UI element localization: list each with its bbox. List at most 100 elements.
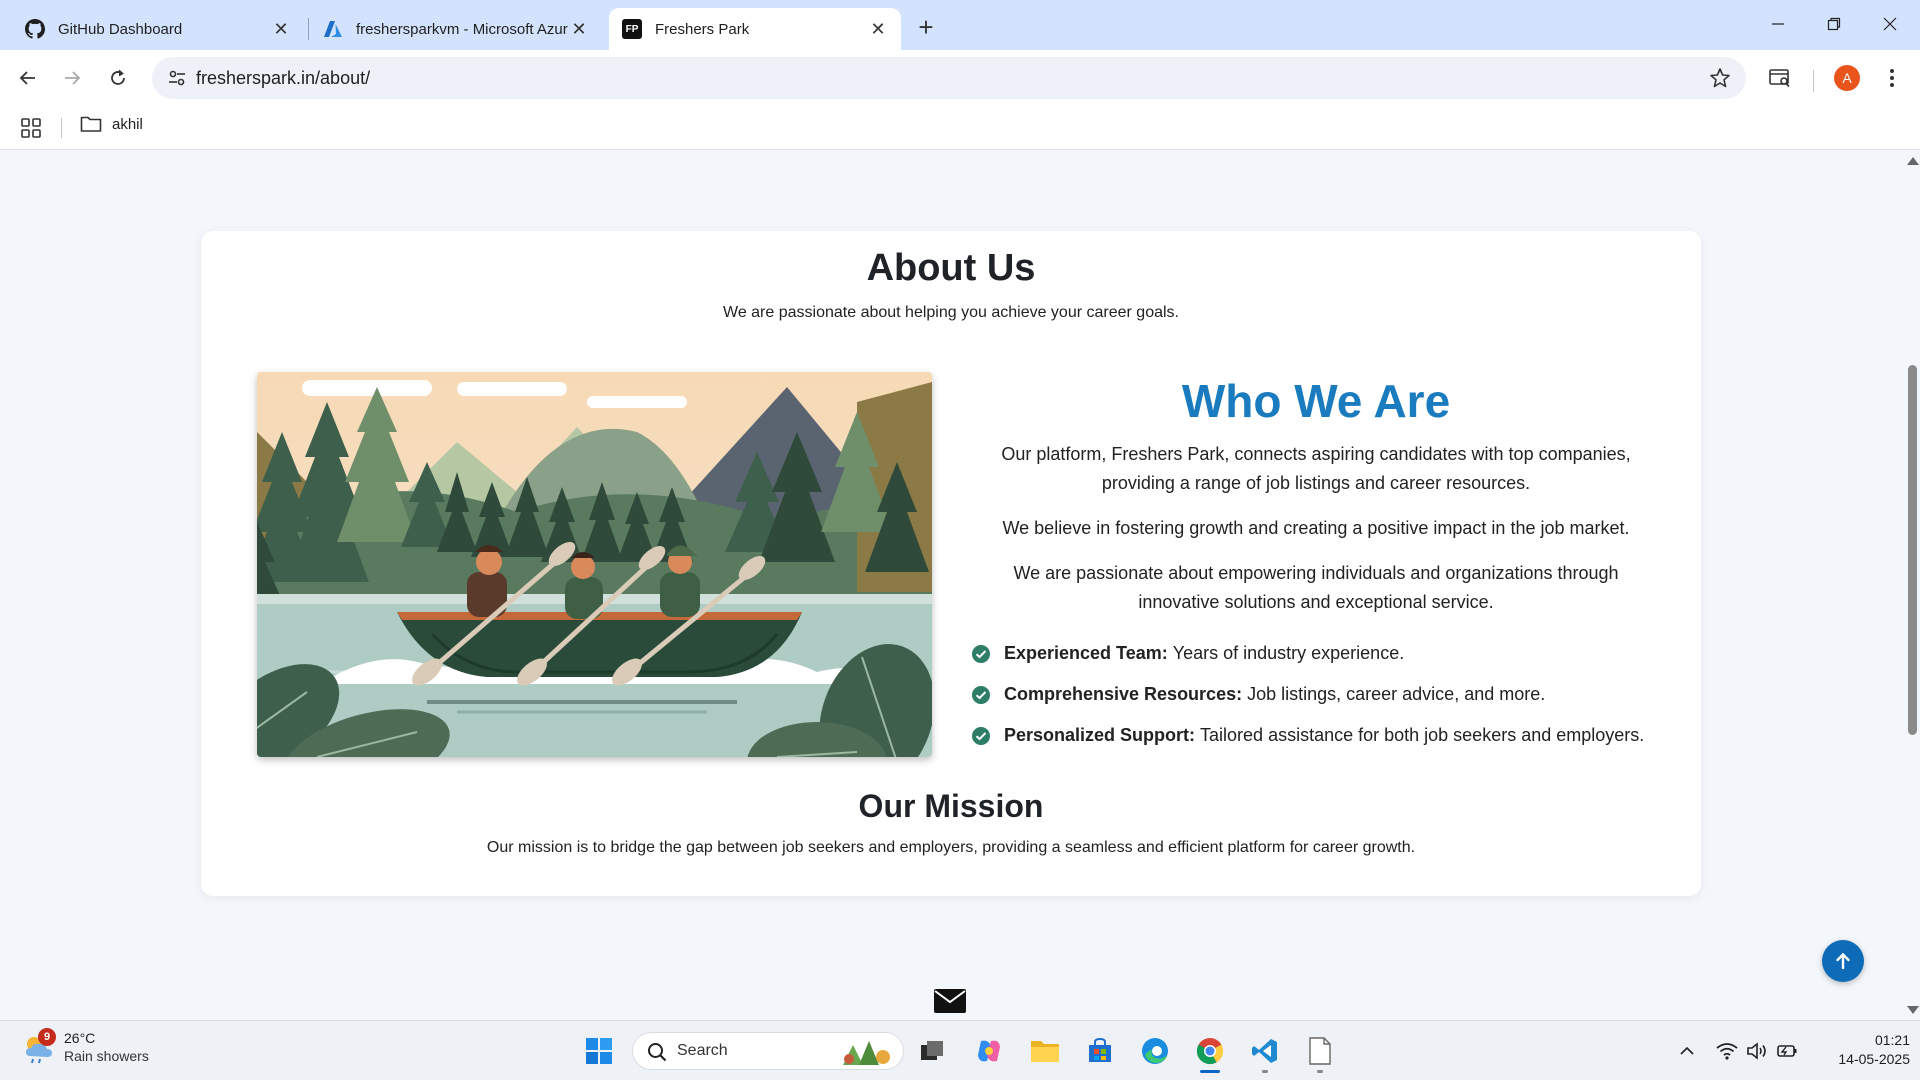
close-tab-icon[interactable]: ✕ bbox=[568, 18, 590, 40]
windows-logo-icon bbox=[586, 1038, 612, 1064]
task-view-button[interactable] bbox=[914, 1033, 950, 1069]
chevron-up-icon bbox=[1680, 1046, 1694, 1055]
bookmark-label: akhil bbox=[112, 115, 143, 133]
mission-heading: Our Mission bbox=[858, 788, 1044, 824]
clock-time: 01:21 bbox=[1874, 1032, 1910, 1048]
search-placeholder: Search bbox=[677, 1042, 728, 1059]
who-paragraph: Our platform, Freshers Park, connects as… bbox=[1001, 444, 1631, 493]
new-tab-button[interactable]: + bbox=[912, 12, 940, 42]
battery-charging-icon bbox=[1777, 1045, 1797, 1057]
folder-icon bbox=[1031, 1041, 1059, 1062]
who-paragraph: We are passionate about empowering indiv… bbox=[1013, 563, 1619, 612]
tab-title: GitHub Dashboard bbox=[58, 20, 183, 38]
feature-item: Personalized Support: Tailored assistanc… bbox=[971, 715, 1661, 756]
search-icon bbox=[648, 1043, 667, 1062]
feature-text: Years of industry experience. bbox=[1172, 643, 1405, 663]
tab-github-dashboard[interactable]: GitHub Dashboard ✕ bbox=[12, 8, 304, 50]
bookmark-folder-akhil[interactable]: akhil bbox=[80, 115, 143, 133]
vscode-icon bbox=[1252, 1039, 1277, 1063]
feature-item: Experienced Team: Years of industry expe… bbox=[971, 633, 1661, 674]
bookmark-star-icon[interactable] bbox=[1708, 66, 1732, 90]
wifi-status[interactable] bbox=[1714, 1039, 1740, 1063]
tab-strip: GitHub Dashboard ✕ freshersparkvm - Micr… bbox=[0, 0, 1920, 50]
mission-text: Our mission is to bridge the gap between… bbox=[486, 839, 1416, 856]
active-app-indicator bbox=[1200, 1070, 1220, 1073]
task-view-icon bbox=[921, 1041, 943, 1060]
edge-icon bbox=[1142, 1038, 1168, 1064]
bookmarks-divider bbox=[61, 118, 62, 138]
microsoft-store-button[interactable] bbox=[1082, 1033, 1118, 1069]
url-text[interactable]: fresherspark.in/about/ bbox=[196, 68, 370, 89]
scroll-up-arrow[interactable] bbox=[1907, 157, 1919, 165]
show-hidden-icons-button[interactable] bbox=[1674, 1039, 1700, 1063]
github-icon bbox=[24, 18, 46, 40]
tab-separator bbox=[308, 18, 309, 40]
check-circle-icon bbox=[972, 685, 990, 704]
scroll-down-arrow[interactable] bbox=[1907, 1006, 1919, 1014]
who-we-are-section: Who We Are Our platform, Freshers Park, … bbox=[971, 372, 1661, 756]
about-card: About Us We are passionate about helping… bbox=[201, 231, 1701, 896]
document-icon bbox=[1309, 1037, 1331, 1065]
volume-status[interactable] bbox=[1744, 1039, 1770, 1063]
tab-azure[interactable]: freshersparkvm - Microsoft Azure ✕ bbox=[310, 8, 602, 50]
minimize-button[interactable] bbox=[1750, 0, 1806, 48]
forward-button[interactable] bbox=[56, 62, 88, 94]
envelope-icon[interactable] bbox=[934, 989, 966, 1013]
feature-item: Comprehensive Resources: Job listings, c… bbox=[971, 674, 1661, 715]
edge-browser-button[interactable] bbox=[1137, 1033, 1173, 1069]
close-window-button[interactable] bbox=[1862, 0, 1918, 48]
profile-avatar[interactable]: A bbox=[1831, 62, 1863, 94]
close-tab-icon[interactable]: ✕ bbox=[270, 18, 292, 40]
fp-icon: FP bbox=[621, 18, 643, 40]
chrome-button[interactable] bbox=[1192, 1033, 1228, 1073]
site-settings-icon[interactable] bbox=[166, 67, 188, 89]
tab-search-icon[interactable] bbox=[1764, 62, 1796, 94]
arrow-up-icon bbox=[1836, 952, 1850, 970]
apps-grid-icon[interactable] bbox=[20, 117, 42, 139]
feature-list: Experienced Team: Years of industry expe… bbox=[971, 633, 1661, 756]
reload-button[interactable] bbox=[102, 62, 134, 94]
vscode-button[interactable] bbox=[1247, 1033, 1283, 1073]
speaker-icon bbox=[1747, 1042, 1766, 1060]
bookmarks-bar: akhil bbox=[0, 106, 1920, 150]
browser-menu-icon[interactable] bbox=[1876, 62, 1908, 94]
check-circle-icon bbox=[972, 644, 990, 663]
toolbar-divider bbox=[1813, 70, 1814, 92]
file-explorer-button[interactable] bbox=[1027, 1033, 1063, 1069]
azure-icon bbox=[322, 18, 344, 40]
feature-text: Job listings, career advice, and more. bbox=[1247, 684, 1546, 704]
who-paragraph: We believe in fostering growth and creat… bbox=[1002, 518, 1630, 538]
restore-button[interactable] bbox=[1806, 0, 1862, 48]
back-button[interactable] bbox=[12, 62, 44, 94]
check-circle-icon bbox=[972, 726, 990, 745]
feature-text: Tailored assistance for both job seekers… bbox=[1200, 725, 1645, 745]
wifi-icon bbox=[1716, 1043, 1738, 1060]
system-clock[interactable]: 01:21 14-05-2025 bbox=[1810, 1031, 1910, 1069]
taskbar-search[interactable]: Search bbox=[632, 1032, 904, 1070]
team-kayaking-illustration bbox=[257, 372, 932, 757]
tab-title: Freshers Park bbox=[655, 20, 750, 38]
start-button[interactable] bbox=[581, 1033, 617, 1069]
navigation-toolbar: fresherspark.in/about/ A bbox=[0, 50, 1920, 106]
feature-label: Comprehensive Resources: bbox=[1004, 684, 1243, 704]
chrome-icon bbox=[1196, 1038, 1224, 1065]
weather-alert-badge: 9 bbox=[38, 1028, 56, 1046]
page-subtitle: We are passionate about helping you achi… bbox=[723, 304, 1179, 321]
scrollbar-thumb[interactable] bbox=[1908, 365, 1917, 735]
notepad-button[interactable] bbox=[1302, 1033, 1338, 1073]
tab-freshers-park[interactable]: FP Freshers Park ✕ bbox=[609, 8, 901, 50]
windows-taskbar: 9 26°C Rain showers Search 01:21 14-05-2… bbox=[0, 1020, 1920, 1080]
weather-widget[interactable]: 9 26°C Rain showers bbox=[22, 1028, 149, 1064]
feature-label: Experienced Team: bbox=[1004, 643, 1168, 663]
close-tab-icon[interactable]: ✕ bbox=[867, 18, 889, 40]
address-bar[interactable]: fresherspark.in/about/ bbox=[152, 57, 1746, 99]
search-highlight-icon bbox=[843, 1041, 890, 1065]
copilot-button[interactable] bbox=[971, 1033, 1007, 1069]
back-to-top-button[interactable] bbox=[1822, 940, 1864, 982]
tab-title: freshersparkvm - Microsoft Azure bbox=[356, 20, 568, 38]
clock-date: 14-05-2025 bbox=[1838, 1051, 1910, 1067]
copilot-icon bbox=[978, 1040, 1000, 1062]
battery-status[interactable] bbox=[1774, 1039, 1800, 1063]
page-scrollbar[interactable] bbox=[1904, 151, 1920, 1020]
feature-label: Personalized Support: bbox=[1004, 725, 1196, 745]
